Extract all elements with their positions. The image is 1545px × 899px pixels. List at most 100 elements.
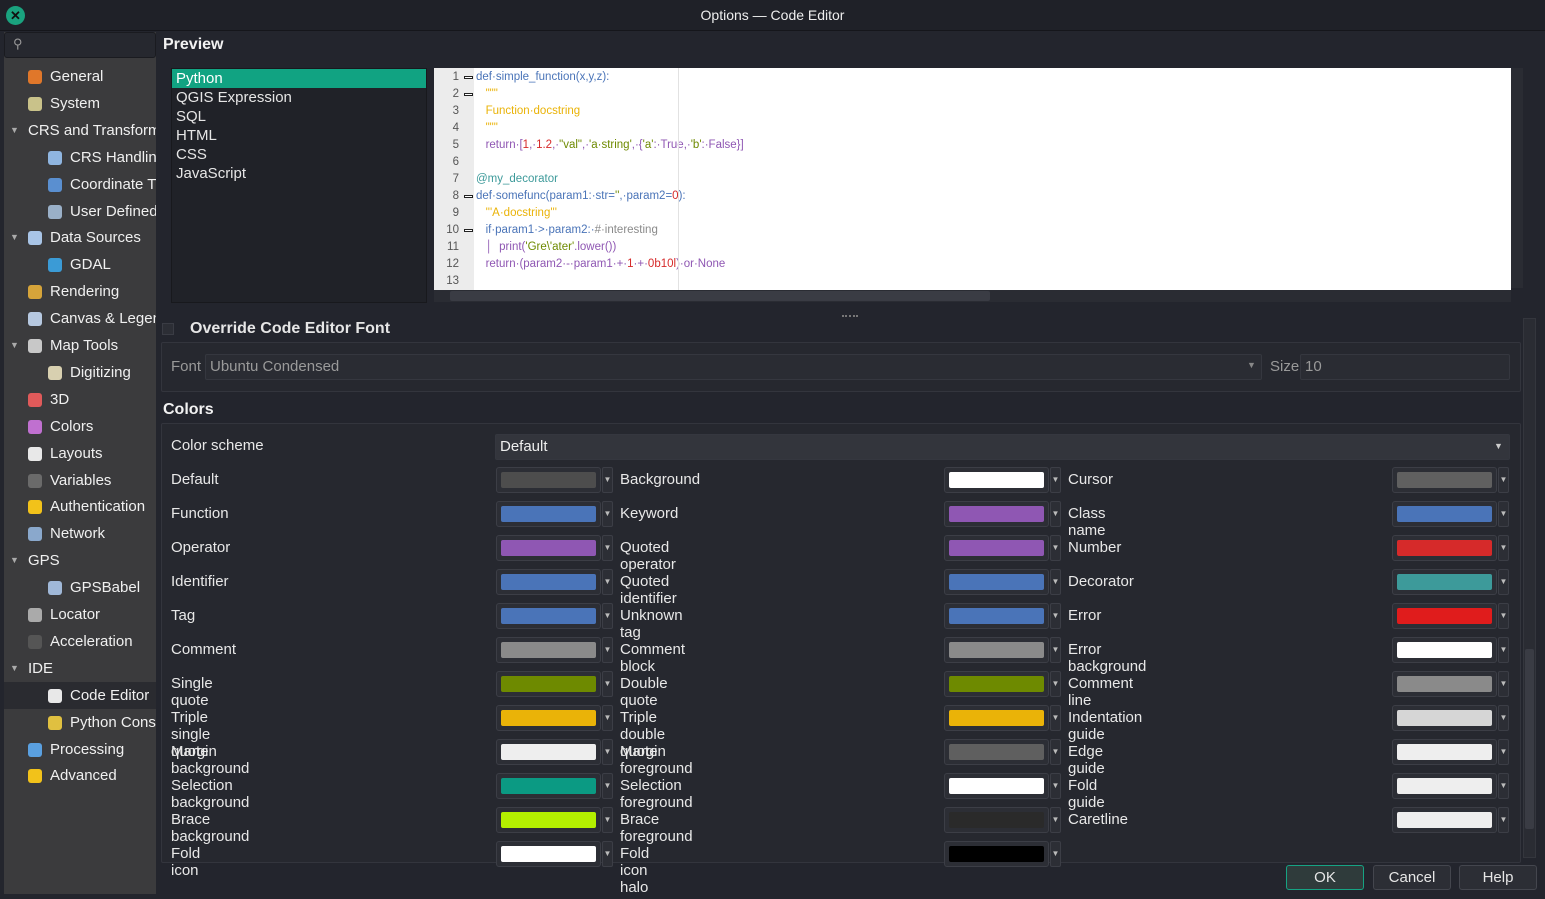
sidebar-item[interactable]: ▼ GPS (4, 547, 156, 574)
color-swatch-button[interactable] (944, 637, 1049, 663)
expand-arrow-icon[interactable]: ▼ (10, 547, 19, 574)
color-swatch-button[interactable] (496, 535, 601, 561)
fold-marker-icon[interactable] (464, 76, 473, 79)
color-menu-dropdown[interactable]: ▼ (602, 739, 613, 765)
color-swatch-button[interactable] (1392, 739, 1497, 765)
sidebar-item[interactable]: ▼ Data Sources (4, 224, 156, 251)
color-swatch-button[interactable] (496, 637, 601, 663)
color-swatch-button[interactable] (1392, 637, 1497, 663)
sidebar-search-input[interactable]: ⚲ (4, 32, 156, 58)
color-swatch-button[interactable] (944, 603, 1049, 629)
color-swatch-button[interactable] (944, 535, 1049, 561)
color-menu-dropdown[interactable]: ▼ (1498, 603, 1509, 629)
color-menu-dropdown[interactable]: ▼ (602, 807, 613, 833)
color-menu-dropdown[interactable]: ▼ (1050, 569, 1061, 595)
sidebar-item[interactable]: GPSBabel (4, 574, 156, 601)
language-item[interactable]: Python (172, 69, 426, 88)
sidebar-item[interactable]: Authentication (4, 493, 156, 520)
sidebar-item[interactable]: ▼ IDE (4, 655, 156, 682)
fold-marker-icon[interactable] (464, 229, 473, 232)
color-swatch-button[interactable] (944, 739, 1049, 765)
color-swatch-button[interactable] (496, 739, 601, 765)
scroll-thumb[interactable] (1525, 649, 1534, 829)
sidebar-item[interactable]: ▼ Map Tools (4, 332, 156, 359)
sidebar-item[interactable]: System (4, 90, 156, 117)
sidebar-item[interactable]: Processing (4, 736, 156, 763)
color-menu-dropdown[interactable]: ▼ (1498, 467, 1509, 493)
language-item[interactable]: JavaScript (172, 164, 426, 183)
sidebar-item[interactable]: ▼ CRS and Transforms (4, 117, 156, 144)
color-swatch-button[interactable] (496, 603, 601, 629)
color-swatch-button[interactable] (944, 773, 1049, 799)
sidebar-item[interactable]: Network (4, 520, 156, 547)
color-menu-dropdown[interactable]: ▼ (602, 841, 613, 867)
fold-marker-icon[interactable] (464, 195, 473, 198)
color-swatch-button[interactable] (1392, 569, 1497, 595)
color-swatch-button[interactable] (1392, 807, 1497, 833)
language-list[interactable]: Python QGIS Expression SQL HTML CSS JavaScrip… (171, 68, 427, 303)
fold-marker-icon[interactable] (464, 93, 473, 96)
color-menu-dropdown[interactable]: ▼ (602, 467, 613, 493)
expand-arrow-icon[interactable]: ▼ (10, 332, 19, 359)
help-button[interactable]: Help (1459, 865, 1537, 890)
color-swatch-button[interactable] (496, 807, 601, 833)
sidebar-item[interactable]: Python Console (4, 709, 156, 736)
cancel-button[interactable]: Cancel (1373, 865, 1451, 890)
color-swatch-button[interactable] (944, 467, 1049, 493)
color-menu-dropdown[interactable]: ▼ (1050, 501, 1061, 527)
color-swatch-button[interactable] (496, 501, 601, 527)
color-swatch-button[interactable] (944, 569, 1049, 595)
color-menu-dropdown[interactable]: ▼ (1498, 807, 1509, 833)
editor-scroll-thumb[interactable] (450, 291, 990, 301)
color-menu-dropdown[interactable]: ▼ (602, 535, 613, 561)
color-menu-dropdown[interactable]: ▼ (1050, 671, 1061, 697)
sidebar-item[interactable]: GDAL (4, 251, 156, 278)
color-menu-dropdown[interactable]: ▼ (1498, 739, 1509, 765)
color-swatch-button[interactable] (496, 569, 601, 595)
color-scheme-combobox[interactable]: Default (495, 434, 1510, 460)
expand-arrow-icon[interactable]: ▼ (10, 655, 19, 682)
sidebar-item[interactable]: Canvas & Legend (4, 305, 156, 332)
ok-button[interactable]: OK (1286, 865, 1364, 890)
color-swatch-button[interactable] (496, 671, 601, 697)
sidebar-item[interactable]: Colors (4, 413, 156, 440)
color-menu-dropdown[interactable]: ▼ (1498, 671, 1509, 697)
language-item[interactable]: QGIS Expression (172, 88, 426, 107)
language-item[interactable]: CSS (172, 145, 426, 164)
color-menu-dropdown[interactable]: ▼ (602, 569, 613, 595)
color-swatch-button[interactable] (1392, 773, 1497, 799)
sidebar-item[interactable]: CRS Handling (4, 144, 156, 171)
color-menu-dropdown[interactable]: ▼ (602, 637, 613, 663)
font-combobox[interactable]: Ubuntu Condensed (205, 354, 1262, 380)
color-menu-dropdown[interactable]: ▼ (1050, 467, 1061, 493)
color-menu-dropdown[interactable]: ▼ (602, 501, 613, 527)
sidebar-item[interactable]: Acceleration (4, 628, 156, 655)
editor-vertical-scrollbar[interactable] (1511, 68, 1523, 288)
color-menu-dropdown[interactable]: ▼ (1498, 535, 1509, 561)
color-menu-dropdown[interactable]: ▼ (1498, 773, 1509, 799)
color-swatch-button[interactable] (944, 841, 1049, 867)
color-swatch-button[interactable] (944, 705, 1049, 731)
sidebar-item[interactable]: Layouts (4, 440, 156, 467)
color-swatch-button[interactable] (1392, 603, 1497, 629)
color-swatch-button[interactable] (1392, 705, 1497, 731)
sidebar-item[interactable]: 3D (4, 386, 156, 413)
color-menu-dropdown[interactable]: ▼ (1498, 637, 1509, 663)
color-swatch-button[interactable] (496, 705, 601, 731)
color-swatch-button[interactable] (944, 501, 1049, 527)
language-item[interactable]: HTML (172, 126, 426, 145)
color-menu-dropdown[interactable]: ▼ (1050, 637, 1061, 663)
expand-arrow-icon[interactable]: ▼ (10, 117, 19, 144)
sidebar-item[interactable]: Digitizing (4, 359, 156, 386)
color-swatch-button[interactable] (944, 671, 1049, 697)
color-swatch-button[interactable] (1392, 467, 1497, 493)
color-menu-dropdown[interactable]: ▼ (602, 603, 613, 629)
sidebar-item[interactable]: General (4, 63, 156, 90)
color-menu-dropdown[interactable]: ▼ (1498, 501, 1509, 527)
splitter-handle[interactable] (842, 315, 858, 317)
color-swatch-button[interactable] (496, 467, 601, 493)
color-menu-dropdown[interactable]: ▼ (602, 671, 613, 697)
expand-arrow-icon[interactable]: ▼ (10, 224, 19, 251)
sidebar-item[interactable]: Variables (4, 467, 156, 494)
color-swatch-button[interactable] (1392, 501, 1497, 527)
